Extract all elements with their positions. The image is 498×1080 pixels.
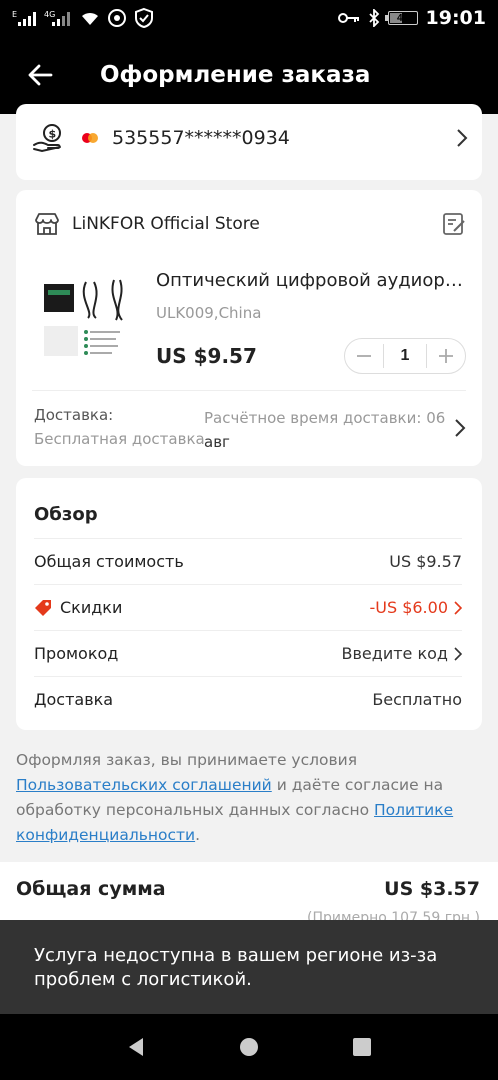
mastercard-icon	[82, 131, 100, 145]
bluetooth-icon	[368, 9, 379, 27]
arrow-left-icon	[28, 64, 53, 86]
chevron-right-icon	[457, 129, 468, 147]
delivery-estimate: Расчётное время доставки: 06 авг	[204, 409, 446, 451]
nav-home-button[interactable]	[229, 1027, 269, 1067]
vpn-icon	[108, 9, 126, 27]
payment-method-card[interactable]: $ 535557******0934	[16, 104, 482, 180]
increase-button[interactable]	[427, 338, 465, 374]
shipping-method: Бесплатная доставка	[34, 430, 205, 448]
shield-icon	[135, 7, 153, 29]
product-price: US $9.57	[156, 344, 257, 368]
shipping-label: Доставка:	[34, 406, 114, 424]
status-bar: E 4G 47 19:01	[0, 0, 498, 36]
top-app-bar: Оформление заказа	[0, 36, 498, 114]
summary-row-discounts[interactable]: Скидки -US $6.00	[34, 584, 462, 630]
edit-note-icon[interactable]	[442, 212, 466, 236]
square-recents-icon	[352, 1038, 371, 1056]
toast-message: Услуга недоступна в вашем регионе из-за …	[0, 920, 498, 1014]
quantity-value: 1	[400, 347, 410, 364]
summary-row-promo[interactable]: Промокод Введите код	[34, 630, 462, 676]
minus-icon	[357, 355, 371, 357]
nav-recents-button[interactable]	[342, 1027, 382, 1067]
total-value: US $3.57	[384, 878, 480, 900]
back-button[interactable]	[24, 59, 56, 91]
store-header[interactable]: LiNKFOR Official Store	[34, 210, 466, 238]
svg-text:E: E	[12, 10, 17, 19]
circle-home-icon	[239, 1038, 258, 1056]
system-nav-bar	[0, 1014, 498, 1080]
svg-text:4G: 4G	[44, 10, 55, 19]
card-number: 535557******0934	[112, 127, 290, 149]
chevron-right-icon	[454, 646, 462, 661]
summary-row-shipping: Доставка Бесплатно	[34, 676, 462, 722]
product-title[interactable]: Оптический цифровой аудиоразветвитель	[156, 270, 468, 291]
store-name: LiNKFOR Official Store	[72, 214, 260, 234]
signal-4g-icon: 4G	[44, 10, 70, 26]
user-agreement-link[interactable]: Пользовательских соглашений	[16, 776, 272, 794]
plus-icon	[439, 349, 453, 363]
key-icon	[337, 13, 359, 23]
signal-icon: E	[12, 10, 36, 26]
payment-hand-coin-icon: $	[33, 124, 61, 153]
product-sku: ULK009,China	[156, 304, 262, 322]
decrease-button[interactable]	[345, 338, 383, 374]
product-item: Оптический цифровой аудиоразветвитель UL…	[34, 268, 468, 378]
clock: 19:01	[425, 7, 486, 29]
store-icon	[35, 213, 59, 235]
chevron-right-icon	[455, 419, 466, 437]
terms-notice: Оформляя заказ, вы принимаете условия По…	[16, 751, 454, 844]
battery-icon: 47	[384, 11, 418, 25]
svg-text:$: $	[49, 128, 57, 141]
product-thumbnail[interactable]	[42, 268, 144, 370]
nav-back-button[interactable]	[116, 1027, 156, 1067]
summary-row-subtotal: Общая стоимость US $9.57	[34, 538, 462, 584]
page-title: Оформление заказа	[100, 62, 371, 88]
wifi-icon	[82, 12, 98, 25]
summary-title: Обзор	[34, 504, 98, 525]
triangle-back-icon	[129, 1038, 144, 1056]
chevron-right-icon	[454, 600, 462, 615]
quantity-stepper: 1	[344, 338, 466, 374]
store-order-card: LiNKFOR Official Store Оптический цифров…	[16, 190, 482, 466]
discount-tag-icon	[35, 599, 51, 616]
total-label: Общая сумма	[16, 878, 166, 900]
order-summary-card: Обзор Общая стоимость US $9.57 Скидки -U…	[16, 478, 482, 730]
shipping-row[interactable]: Доставка: Бесплатная доставка Расчётное …	[34, 404, 466, 452]
